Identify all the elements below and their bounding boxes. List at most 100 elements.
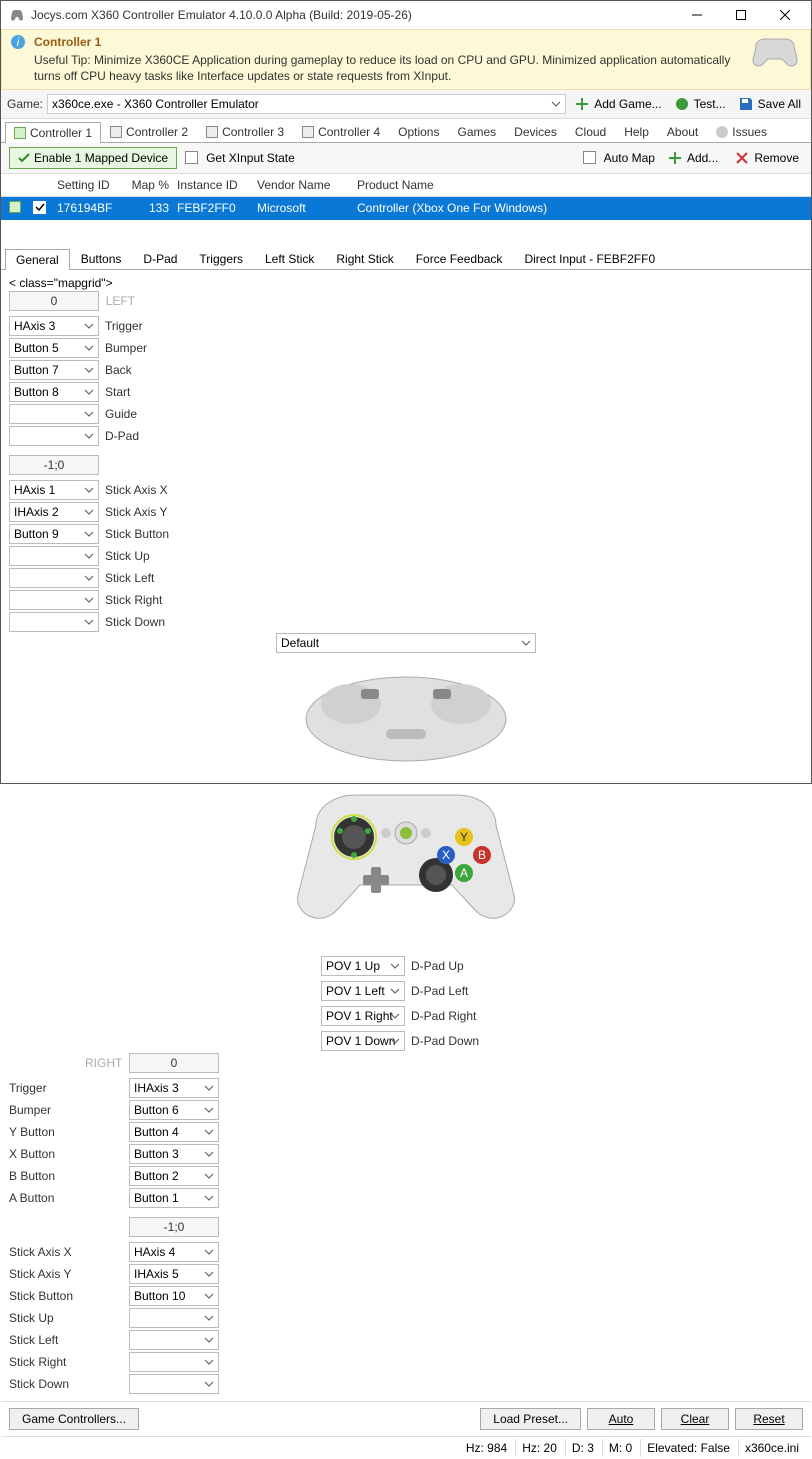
tab-controller-3[interactable]: Controller 3: [197, 121, 293, 142]
subtab-triggers[interactable]: Triggers: [188, 248, 254, 269]
map-row: Stick Right: [9, 1351, 219, 1373]
map-row: Stick Axis XHAxis 4: [9, 1241, 219, 1263]
map-combo[interactable]: HAxis 3: [9, 316, 99, 336]
status-icon: [206, 126, 218, 138]
status-hz1: Hz: 984: [460, 1439, 513, 1457]
device-row[interactable]: 176194BF 133 FEBF2FF0 Microsoft Controll…: [1, 197, 811, 220]
device-checkbox[interactable]: [33, 201, 46, 214]
status-ini: x360ce.ini: [738, 1439, 805, 1457]
game-controllers-button[interactable]: Game Controllers...: [9, 1408, 139, 1430]
subtab-left-stick[interactable]: Left Stick: [254, 248, 325, 269]
map-row: Button 5Bumper: [9, 337, 219, 359]
map-combo[interactable]: Button 5: [9, 338, 99, 358]
map-row: Guide: [9, 403, 219, 425]
tab-controller-1[interactable]: Controller 1: [5, 122, 101, 143]
map-row: Stick Down: [9, 1373, 219, 1395]
game-label: Game:: [7, 97, 43, 111]
map-combo[interactable]: Button 10: [129, 1286, 219, 1306]
left-column: 0 LEFT HAxis 3TriggerButton 5BumperButto…: [9, 290, 219, 633]
preset-select[interactable]: Default: [276, 633, 536, 653]
map-combo[interactable]: Button 1: [129, 1188, 219, 1208]
subtab-buttons[interactable]: Buttons: [70, 248, 133, 269]
tab-issues[interactable]: Issues: [707, 121, 776, 142]
dpad-row: POV 1 RightD-Pad Right: [321, 1005, 491, 1027]
subtab-right-stick[interactable]: Right Stick: [325, 248, 404, 269]
map-combo[interactable]: Button 3: [129, 1144, 219, 1164]
map-combo[interactable]: [129, 1330, 219, 1350]
svg-text:A: A: [460, 866, 468, 880]
svg-text:Y: Y: [460, 830, 468, 844]
status-icon: [14, 127, 26, 139]
game-select[interactable]: x360ce.exe - X360 Controller Emulator: [47, 94, 566, 114]
map-combo[interactable]: Button 8: [9, 382, 99, 402]
reset-button[interactable]: Reset: [735, 1408, 803, 1430]
map-combo[interactable]: Button 7: [9, 360, 99, 380]
save-all-button[interactable]: Save All: [734, 94, 805, 114]
tab-about[interactable]: About: [658, 121, 707, 142]
tab-controller-4[interactable]: Controller 4: [293, 121, 389, 142]
map-combo[interactable]: [9, 546, 99, 566]
subtab-dpad[interactable]: D-Pad: [132, 248, 188, 269]
map-combo[interactable]: Button 2: [129, 1166, 219, 1186]
subtab-general[interactable]: General: [5, 249, 70, 270]
test-button[interactable]: Test...: [670, 94, 730, 114]
right-value-top: 0: [129, 1053, 219, 1073]
get-xinput-label: Get XInput State: [206, 151, 295, 165]
dpad-row: POV 1 UpD-Pad Up: [321, 955, 491, 977]
info-icon: i: [10, 34, 26, 53]
map-combo[interactable]: [9, 612, 99, 632]
dpad-row: POV 1 DownD-Pad Down: [321, 1030, 491, 1052]
load-preset-button[interactable]: Load Preset...: [480, 1408, 581, 1430]
map-row: HAxis 3Trigger: [9, 315, 219, 337]
minimize-button[interactable]: [675, 1, 719, 29]
device-header: Setting ID Map % Instance ID Vendor Name…: [1, 174, 811, 197]
tab-controller-2[interactable]: Controller 2: [101, 121, 197, 142]
game-select-value: x360ce.exe - X360 Controller Emulator: [52, 97, 259, 111]
subtab-force-feedback[interactable]: Force Feedback: [405, 248, 514, 269]
map-combo[interactable]: HAxis 1: [9, 480, 99, 500]
auto-button[interactable]: Auto: [587, 1408, 655, 1430]
tab-cloud[interactable]: Cloud: [566, 121, 615, 142]
controller-top-icon: [266, 659, 546, 769]
map-combo[interactable]: [129, 1352, 219, 1372]
enable-mapped-button[interactable]: Enable 1 Mapped Device: [9, 147, 177, 169]
tab-devices[interactable]: Devices: [505, 121, 566, 142]
map-combo[interactable]: IHAxis 5: [129, 1264, 219, 1284]
map-combo[interactable]: [9, 404, 99, 424]
add-device-button[interactable]: Add...: [663, 148, 722, 168]
map-combo[interactable]: [9, 568, 99, 588]
game-toolbar: Game: x360ce.exe - X360 Controller Emula…: [1, 90, 811, 119]
map-combo[interactable]: [129, 1308, 219, 1328]
sub-tabs: General Buttons D-Pad Triggers Left Stic…: [1, 244, 811, 270]
remove-device-button[interactable]: Remove: [730, 148, 803, 168]
map-combo[interactable]: [129, 1374, 219, 1394]
map-row: A ButtonButton 1: [9, 1187, 219, 1209]
map-row: Stick Down: [9, 611, 219, 633]
device-status-icon: [9, 201, 21, 213]
map-combo[interactable]: Button 9: [9, 524, 99, 544]
dpad-combo[interactable]: POV 1 Down: [321, 1031, 405, 1051]
dpad-combo[interactable]: POV 1 Right: [321, 1006, 405, 1026]
subtab-direct-input[interactable]: Direct Input - FEBF2FF0: [513, 248, 666, 269]
controller-front-icon: Y B X A: [266, 775, 546, 945]
add-game-button[interactable]: Add Game...: [570, 94, 665, 114]
clear-button[interactable]: Clear: [661, 1408, 729, 1430]
close-button[interactable]: [763, 1, 807, 29]
maximize-button[interactable]: [719, 1, 763, 29]
map-combo[interactable]: Button 6: [129, 1100, 219, 1120]
dpad-combo[interactable]: POV 1 Left: [321, 981, 405, 1001]
tab-games[interactable]: Games: [448, 121, 505, 142]
dpad-combo[interactable]: POV 1 Up: [321, 956, 405, 976]
get-xinput-checkbox[interactable]: [185, 151, 198, 164]
map-combo[interactable]: [9, 590, 99, 610]
tab-options[interactable]: Options: [389, 121, 448, 142]
map-combo[interactable]: [9, 426, 99, 446]
map-combo[interactable]: IHAxis 2: [9, 502, 99, 522]
automap-checkbox[interactable]: [583, 151, 596, 164]
map-combo[interactable]: HAxis 4: [129, 1242, 219, 1262]
map-combo[interactable]: IHAxis 3: [129, 1078, 219, 1098]
map-combo[interactable]: Button 4: [129, 1122, 219, 1142]
map-row: Stick Left: [9, 567, 219, 589]
tab-help[interactable]: Help: [615, 121, 658, 142]
map-row: B ButtonButton 2: [9, 1165, 219, 1187]
